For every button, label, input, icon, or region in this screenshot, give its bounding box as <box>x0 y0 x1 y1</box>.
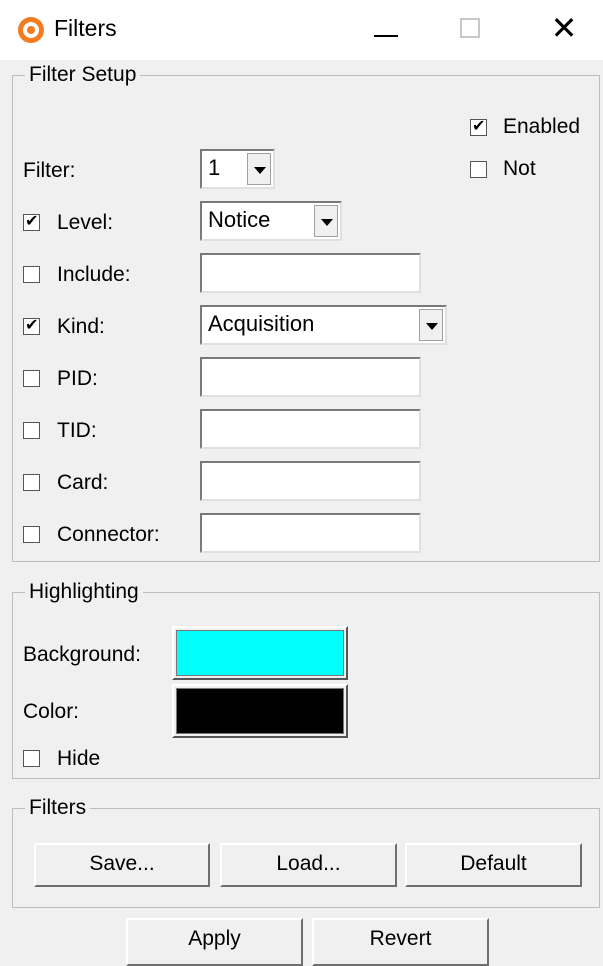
connector-input[interactable] <box>200 513 421 553</box>
connector-label: Connector: <box>57 523 160 546</box>
chevron-down-icon[interactable] <box>314 205 338 237</box>
filter-label: Filter: <box>23 159 76 182</box>
filter-number-value: 1 <box>208 155 221 180</box>
app-logo-icon <box>18 17 44 43</box>
apply-button[interactable]: Apply <box>126 918 303 966</box>
level-label: Level: <box>57 211 114 234</box>
close-button[interactable]: ✕ <box>548 8 580 48</box>
tid-input[interactable] <box>200 409 421 449</box>
pid-label: PID: <box>57 367 98 390</box>
include-checkbox[interactable] <box>23 266 40 283</box>
not-label: Not <box>503 157 536 180</box>
level-dropdown[interactable]: Notice <box>200 201 342 241</box>
chevron-down-icon[interactable] <box>419 309 443 341</box>
highlighting-legend: Highlighting <box>25 580 143 604</box>
chevron-down-icon[interactable] <box>247 153 271 185</box>
hide-checkbox[interactable] <box>23 750 40 767</box>
load-button[interactable]: Load... <box>220 843 397 887</box>
card-label: Card: <box>57 471 109 494</box>
include-label: Include: <box>57 263 131 286</box>
pid-input[interactable] <box>200 357 421 397</box>
filter-setup-legend: Filter Setup <box>25 63 141 87</box>
tid-label: TID: <box>57 419 97 442</box>
text-color-button[interactable] <box>172 684 348 738</box>
window-title: Filters <box>54 15 117 41</box>
card-checkbox[interactable] <box>23 474 40 491</box>
filters-legend: Filters <box>25 796 91 820</box>
pid-checkbox[interactable] <box>23 370 40 387</box>
tid-checkbox[interactable] <box>23 422 40 439</box>
kind-checkbox[interactable] <box>23 315 40 335</box>
not-checkbox[interactable] <box>470 161 487 178</box>
include-input[interactable] <box>200 253 421 293</box>
card-input[interactable] <box>200 461 421 501</box>
color-label: Color: <box>23 700 80 723</box>
level-value: Notice <box>208 207 271 232</box>
kind-label: Kind: <box>57 315 105 338</box>
maximize-button[interactable] <box>460 18 480 38</box>
filter-number-dropdown[interactable]: 1 <box>200 149 275 189</box>
save-button[interactable]: Save... <box>34 843 210 887</box>
enabled-checkbox[interactable] <box>470 116 487 136</box>
background-color-button[interactable] <box>172 626 348 680</box>
kind-dropdown[interactable]: Acquisition <box>200 305 447 345</box>
text-color-swatch <box>176 688 344 734</box>
level-checkbox[interactable] <box>23 211 40 231</box>
default-button[interactable]: Default <box>405 843 582 887</box>
minimize-button[interactable] <box>370 10 410 50</box>
revert-button[interactable]: Revert <box>312 918 489 966</box>
hide-label: Hide <box>57 747 101 770</box>
enabled-label: Enabled <box>503 115 581 138</box>
connector-checkbox[interactable] <box>23 526 40 543</box>
kind-value: Acquisition <box>208 311 315 336</box>
background-label: Background: <box>23 643 141 666</box>
background-color-swatch <box>176 630 344 676</box>
